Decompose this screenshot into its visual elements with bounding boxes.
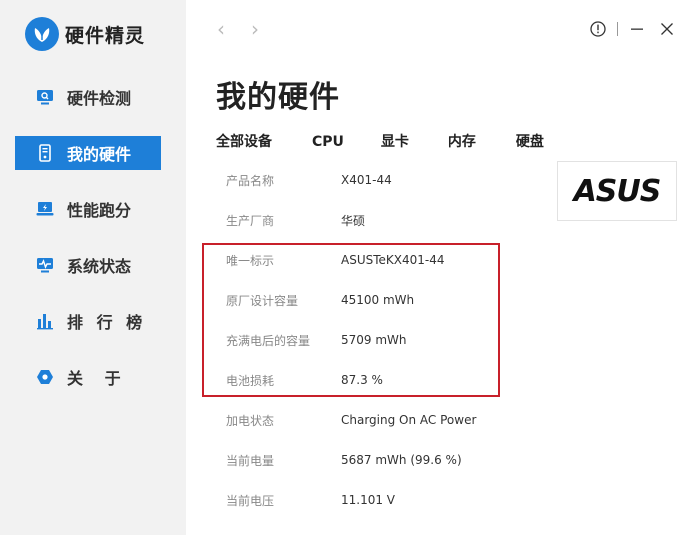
leaf-logo-icon xyxy=(25,17,59,51)
info-value: Charging On AC Power xyxy=(341,413,477,427)
highlight-box xyxy=(202,243,500,397)
info-label: 加电状态 xyxy=(226,413,275,428)
sidebar: 硬件精灵 硬件检测 我的硬件 性能跑分 系统状态 排 行 榜 关 于 xyxy=(0,0,186,535)
sidebar-item-about[interactable]: 关 于 xyxy=(15,360,161,394)
tab-gpu[interactable]: 显卡 xyxy=(381,132,409,152)
sidebar-item-label: 硬件检测 xyxy=(67,89,132,108)
tab-memory[interactable]: 内存 xyxy=(448,132,476,152)
hexagon-icon xyxy=(35,367,55,387)
minimize-icon[interactable] xyxy=(626,18,648,40)
sidebar-item-my-hardware[interactable]: 我的硬件 xyxy=(15,136,161,170)
info-value: 5687 mWh (99.6 %) xyxy=(341,453,462,467)
brand-logo-text: ASUS xyxy=(573,173,662,209)
window-controls-divider xyxy=(617,22,618,36)
info-value: 11.101 V xyxy=(341,493,396,507)
back-arrow-icon[interactable]: ‹ xyxy=(210,18,232,40)
info-row: 当前电量 5687 mWh (99.6 %) xyxy=(226,440,526,480)
window-controls xyxy=(579,18,678,40)
info-label: 产品名称 xyxy=(226,173,275,188)
monitor-search-icon xyxy=(35,87,55,107)
phone-device-icon xyxy=(35,143,55,163)
app-title: 硬件精灵 xyxy=(65,24,146,47)
info-label: 当前电压 xyxy=(226,493,275,508)
sidebar-item-label: 关 于 xyxy=(67,369,129,388)
sidebar-item-label: 系统状态 xyxy=(67,257,132,276)
info-row: 当前电压 11.101 V xyxy=(226,480,526,520)
page-title: 我的硬件 xyxy=(216,80,340,115)
history-nav: ‹ › xyxy=(210,18,278,40)
tab-disk[interactable]: 硬盘 xyxy=(516,132,544,152)
info-row: 加电状态 Charging On AC Power xyxy=(226,400,526,440)
forward-arrow-icon[interactable]: › xyxy=(244,18,266,40)
brand-logo: ASUS xyxy=(557,161,677,221)
hardware-tabs: 全部设备 CPU 显卡 内存 硬盘 xyxy=(216,132,584,152)
info-label: 生产厂商 xyxy=(226,213,275,228)
info-row: 生产厂商 华硕 xyxy=(226,200,526,240)
bar-chart-icon xyxy=(35,311,55,331)
tab-cpu[interactable]: CPU xyxy=(312,132,344,152)
pulse-monitor-icon xyxy=(35,255,55,275)
sidebar-item-hardware-detect[interactable]: 硬件检测 xyxy=(15,80,161,114)
sidebar-item-label: 性能跑分 xyxy=(67,201,132,220)
sidebar-nav: 硬件检测 我的硬件 性能跑分 系统状态 排 行 榜 关 于 xyxy=(15,80,161,416)
tab-all-devices[interactable]: 全部设备 xyxy=(216,132,272,152)
info-row: 产品名称 X401-44 xyxy=(226,160,526,200)
app-logo: 硬件精灵 xyxy=(25,15,145,53)
sidebar-item-benchmark[interactable]: 性能跑分 xyxy=(15,192,161,226)
info-value: 华硕 xyxy=(341,213,366,228)
sidebar-item-label: 排 行 榜 xyxy=(67,313,147,332)
sidebar-item-ranking[interactable]: 排 行 榜 xyxy=(15,304,161,338)
sidebar-item-system-status[interactable]: 系统状态 xyxy=(15,248,161,282)
info-icon[interactable] xyxy=(587,18,609,40)
info-value: X401-44 xyxy=(341,173,392,187)
info-label: 当前电量 xyxy=(226,453,275,468)
sidebar-item-label: 我的硬件 xyxy=(67,145,132,164)
close-icon[interactable] xyxy=(656,18,678,40)
laptop-bolt-icon xyxy=(35,199,55,219)
